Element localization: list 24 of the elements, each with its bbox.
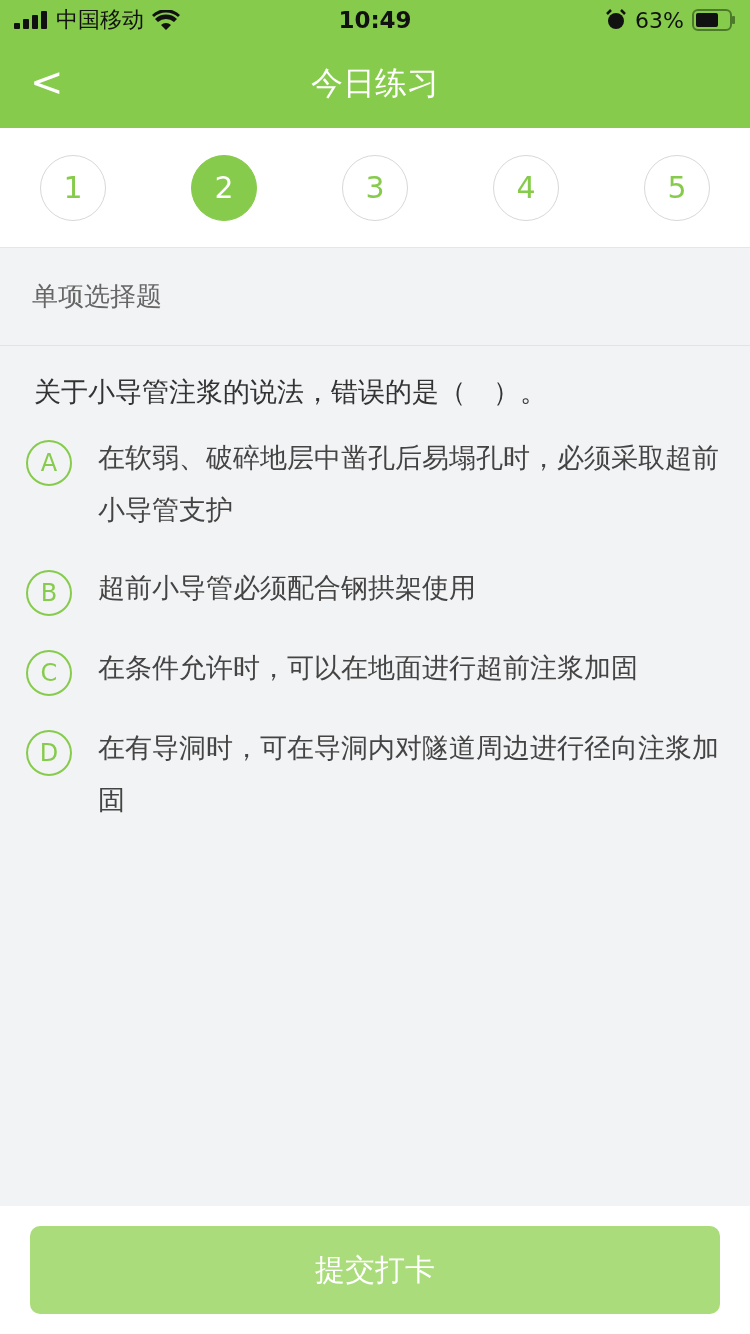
alarm-icon <box>605 9 628 31</box>
question-type-label: 单项选择题 <box>32 280 162 313</box>
option-text[interactable]: 在软弱、破碎地层中凿孔后易塌孔时，必须采取超前小导管支护 <box>98 432 726 536</box>
option-letter[interactable]: A <box>26 440 72 486</box>
question-number-tab[interactable]: 5 <box>644 154 710 221</box>
option-text[interactable]: 在条件允许时，可以在地面进行超前注浆加固 <box>98 642 638 694</box>
back-button[interactable]: < <box>22 62 72 102</box>
question-number-tab[interactable]: 4 <box>493 154 559 221</box>
option-letter[interactable]: B <box>26 570 72 616</box>
option-letter[interactable]: D <box>26 730 72 776</box>
clock-time: 10:49 <box>338 7 412 33</box>
carrier-name: 中国移动 <box>56 6 144 34</box>
question-number-tab[interactable]: 3 <box>342 154 408 221</box>
option-text[interactable]: 超前小导管必须配合钢拱架使用 <box>98 562 476 614</box>
battery-percent: 63% <box>635 7 684 33</box>
option-letter[interactable]: C <box>26 650 72 696</box>
signal-icon <box>14 11 48 29</box>
battery-icon <box>692 9 736 31</box>
question-number-tab[interactable]: 2 <box>191 154 257 221</box>
page-title: 今日练习 <box>311 63 439 104</box>
wifi-icon <box>152 10 180 30</box>
question-text: 关于小导管注浆的说法，错误的是（ ）。 <box>34 375 548 409</box>
option-text[interactable]: 在有导洞时，可在导洞内对隧道周边进行径向注浆加固 <box>98 722 726 826</box>
question-number-tab[interactable]: 1 <box>40 154 106 221</box>
